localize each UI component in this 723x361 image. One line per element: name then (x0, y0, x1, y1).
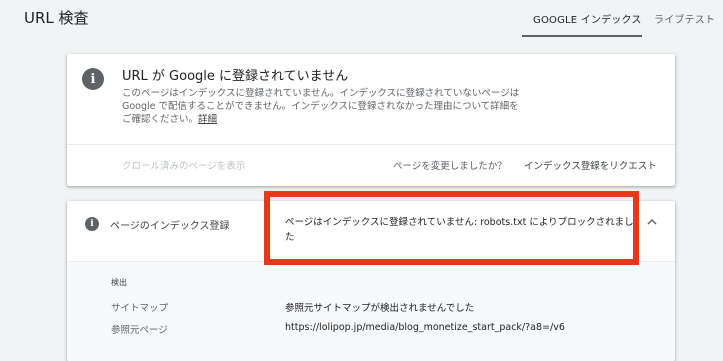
page-indexing-card: i ページのインデックス登録 ページはインデックスに登録されていません: rob… (67, 201, 675, 361)
detail-area: 検出 サイトマップ 参照元サイトマップが検出されませんでした 参照元ページ ht… (67, 261, 675, 361)
info-icon: i (82, 68, 104, 90)
chevron-up-icon[interactable] (645, 215, 659, 229)
divider (67, 144, 675, 145)
info-icon: i (85, 217, 99, 231)
page-changed-text: ページを変更しましたか？ (393, 161, 507, 172)
referring-page-label: 参照元ページ (111, 325, 168, 336)
sitemap-value: 参照元サイトマップが検出されませんでした (285, 303, 475, 314)
details-link[interactable]: 詳細 (198, 114, 217, 125)
top-bar: URL 検査 GOOGLE インデックス ライブテスト (0, 0, 723, 38)
status-card: i URL が Google に登録されていません このページはインデックスに登… (67, 54, 675, 186)
status-description-text: このページはインデックスに登録されていません。インデックスに登録されていないペー… (122, 88, 520, 125)
page-title: URL 検査 (24, 9, 89, 27)
tab-google-index[interactable]: GOOGLE インデックス (533, 11, 642, 26)
detection-label: 検出 (111, 278, 127, 287)
status-description: このページはインデックスに登録されていません。インデックスに登録されていないペー… (122, 87, 522, 126)
section-title: ページのインデックス登録 (110, 221, 230, 232)
tab-live-test[interactable]: ライブテスト (654, 11, 715, 26)
request-indexing-button[interactable]: インデックス登録をリクエスト (524, 158, 657, 172)
active-tab-indicator (522, 35, 642, 37)
view-crawled-page-button[interactable]: クロール済みのページを表示 (122, 158, 245, 172)
referring-page-value[interactable]: https://lolipop.jp/media/blog_monetize_s… (285, 322, 565, 333)
sitemap-label: サイトマップ (111, 303, 169, 314)
indexing-status-text: ページはインデックスに登録されていません: robots.txt によりブロック… (285, 217, 634, 243)
status-headline: URL が Google に登録されていません (122, 69, 349, 84)
